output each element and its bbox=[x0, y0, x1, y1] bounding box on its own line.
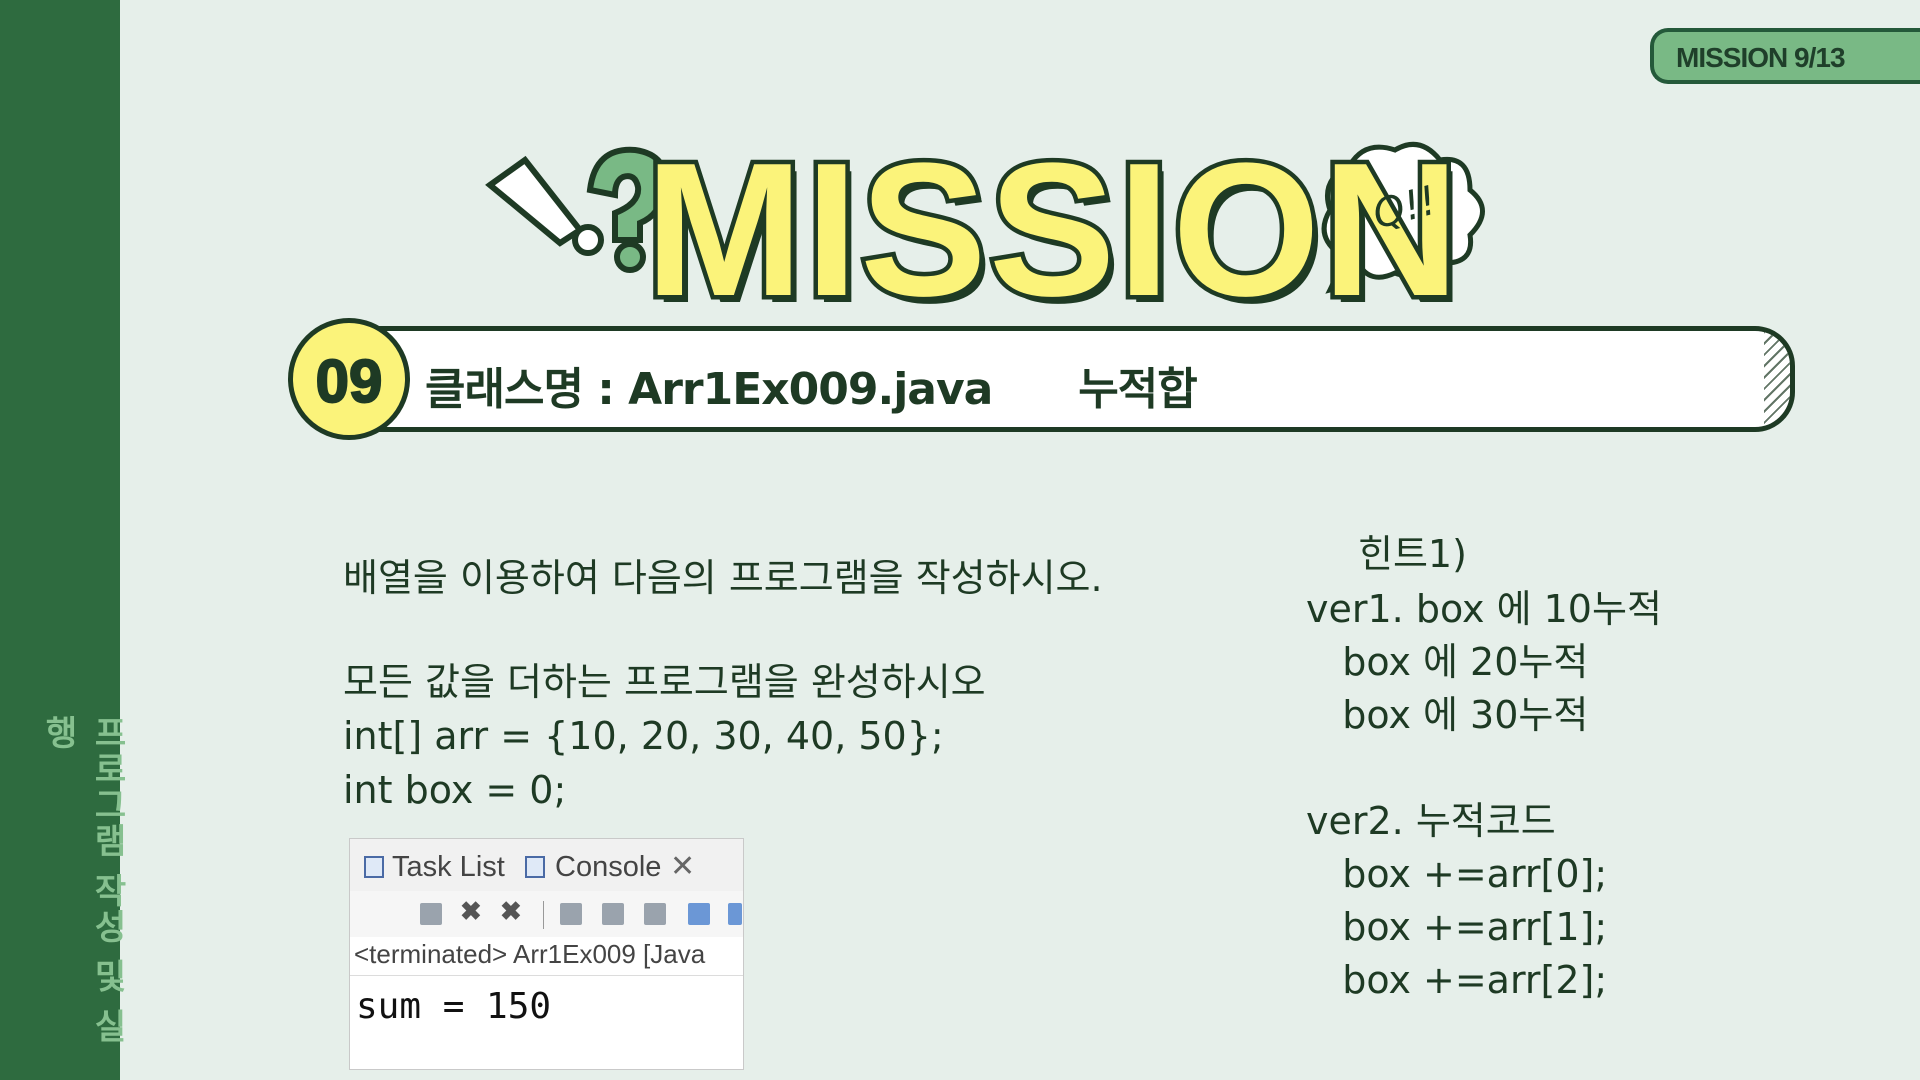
mission-progress-badge: MISSION 9/13 bbox=[1650, 28, 1920, 84]
class-name-label: 클래스명 : Arr1Ex009.java 누적합 bbox=[425, 364, 1198, 415]
scroll-lock-icon[interactable] bbox=[602, 903, 624, 925]
word-wrap-icon[interactable] bbox=[644, 903, 666, 925]
tab-console[interactable]: Console bbox=[555, 851, 661, 884]
hint-line: box +=arr[2]; bbox=[1306, 958, 1608, 1002]
console-output-line: sum = 150 bbox=[356, 986, 552, 1027]
problem-code-line-2: int box = 0; bbox=[343, 768, 567, 812]
hint-line: box +=arr[0]; bbox=[1306, 852, 1608, 896]
hint-line: box +=arr[1]; bbox=[1306, 905, 1608, 949]
toolbar-divider bbox=[543, 901, 544, 929]
problem-line-2: 모든 값을 더하는 프로그램을 완성하시오 bbox=[343, 660, 986, 704]
problem-line-1: 배열을 이용하여 다음의 프로그램을 작성하시오. bbox=[343, 556, 1103, 600]
header-hatch-decoration bbox=[1764, 331, 1790, 427]
mission-title: MISSION bbox=[640, 124, 1463, 336]
console-toolbar: ✖ ✖ bbox=[350, 891, 743, 937]
console-icon bbox=[525, 856, 545, 878]
close-icon[interactable]: ✕ bbox=[670, 849, 695, 884]
class-header-bar: 클래스명 : Arr1Ex009.java 누적합 bbox=[345, 326, 1795, 432]
remove-launch-icon[interactable]: ✖ bbox=[460, 896, 482, 927]
tab-task-list[interactable]: Task List bbox=[392, 851, 505, 884]
clear-console-icon[interactable] bbox=[560, 903, 582, 925]
hint-line: box 에 20누적 bbox=[1306, 640, 1589, 684]
mission-number-circle: 09 bbox=[288, 318, 410, 440]
console-tab-bar: Task List Console ✕ bbox=[350, 839, 743, 892]
show-console-stdout-icon[interactable] bbox=[688, 903, 710, 925]
sidebar: 프로그램 작성 및 실행 bbox=[0, 0, 127, 1080]
task-list-icon bbox=[364, 856, 384, 878]
mission-number: 09 bbox=[315, 347, 384, 416]
stop-icon[interactable] bbox=[420, 903, 442, 925]
remove-all-icon[interactable]: ✖ bbox=[500, 896, 522, 927]
problem-code-line-1: int[] arr = {10, 20, 30, 40, 50}; bbox=[343, 714, 944, 758]
hint-line: ver2. 누적코드 bbox=[1306, 799, 1556, 843]
mission-title-banner: MISSION Q!! bbox=[480, 124, 1500, 336]
sidebar-vertical-label: 프로그램 작성 및 실행 bbox=[38, 715, 127, 1045]
show-console-stderr-icon[interactable] bbox=[728, 903, 742, 925]
eclipse-console-panel: Task List Console ✕ ✖ ✖ <terminated> Arr… bbox=[349, 838, 744, 1070]
mission-progress-text: MISSION 9/13 bbox=[1676, 42, 1846, 73]
hint-line: ver1. box 에 10누적 bbox=[1306, 587, 1662, 631]
exclamation-icon bbox=[485, 155, 604, 256]
console-output-area: sum = 150 bbox=[350, 975, 743, 1072]
hint-title: 힌트1) bbox=[1358, 532, 1467, 576]
terminated-status: <terminated> Arr1Ex009 [Java bbox=[354, 939, 706, 969]
hint-line: box 에 30누적 bbox=[1306, 693, 1589, 737]
